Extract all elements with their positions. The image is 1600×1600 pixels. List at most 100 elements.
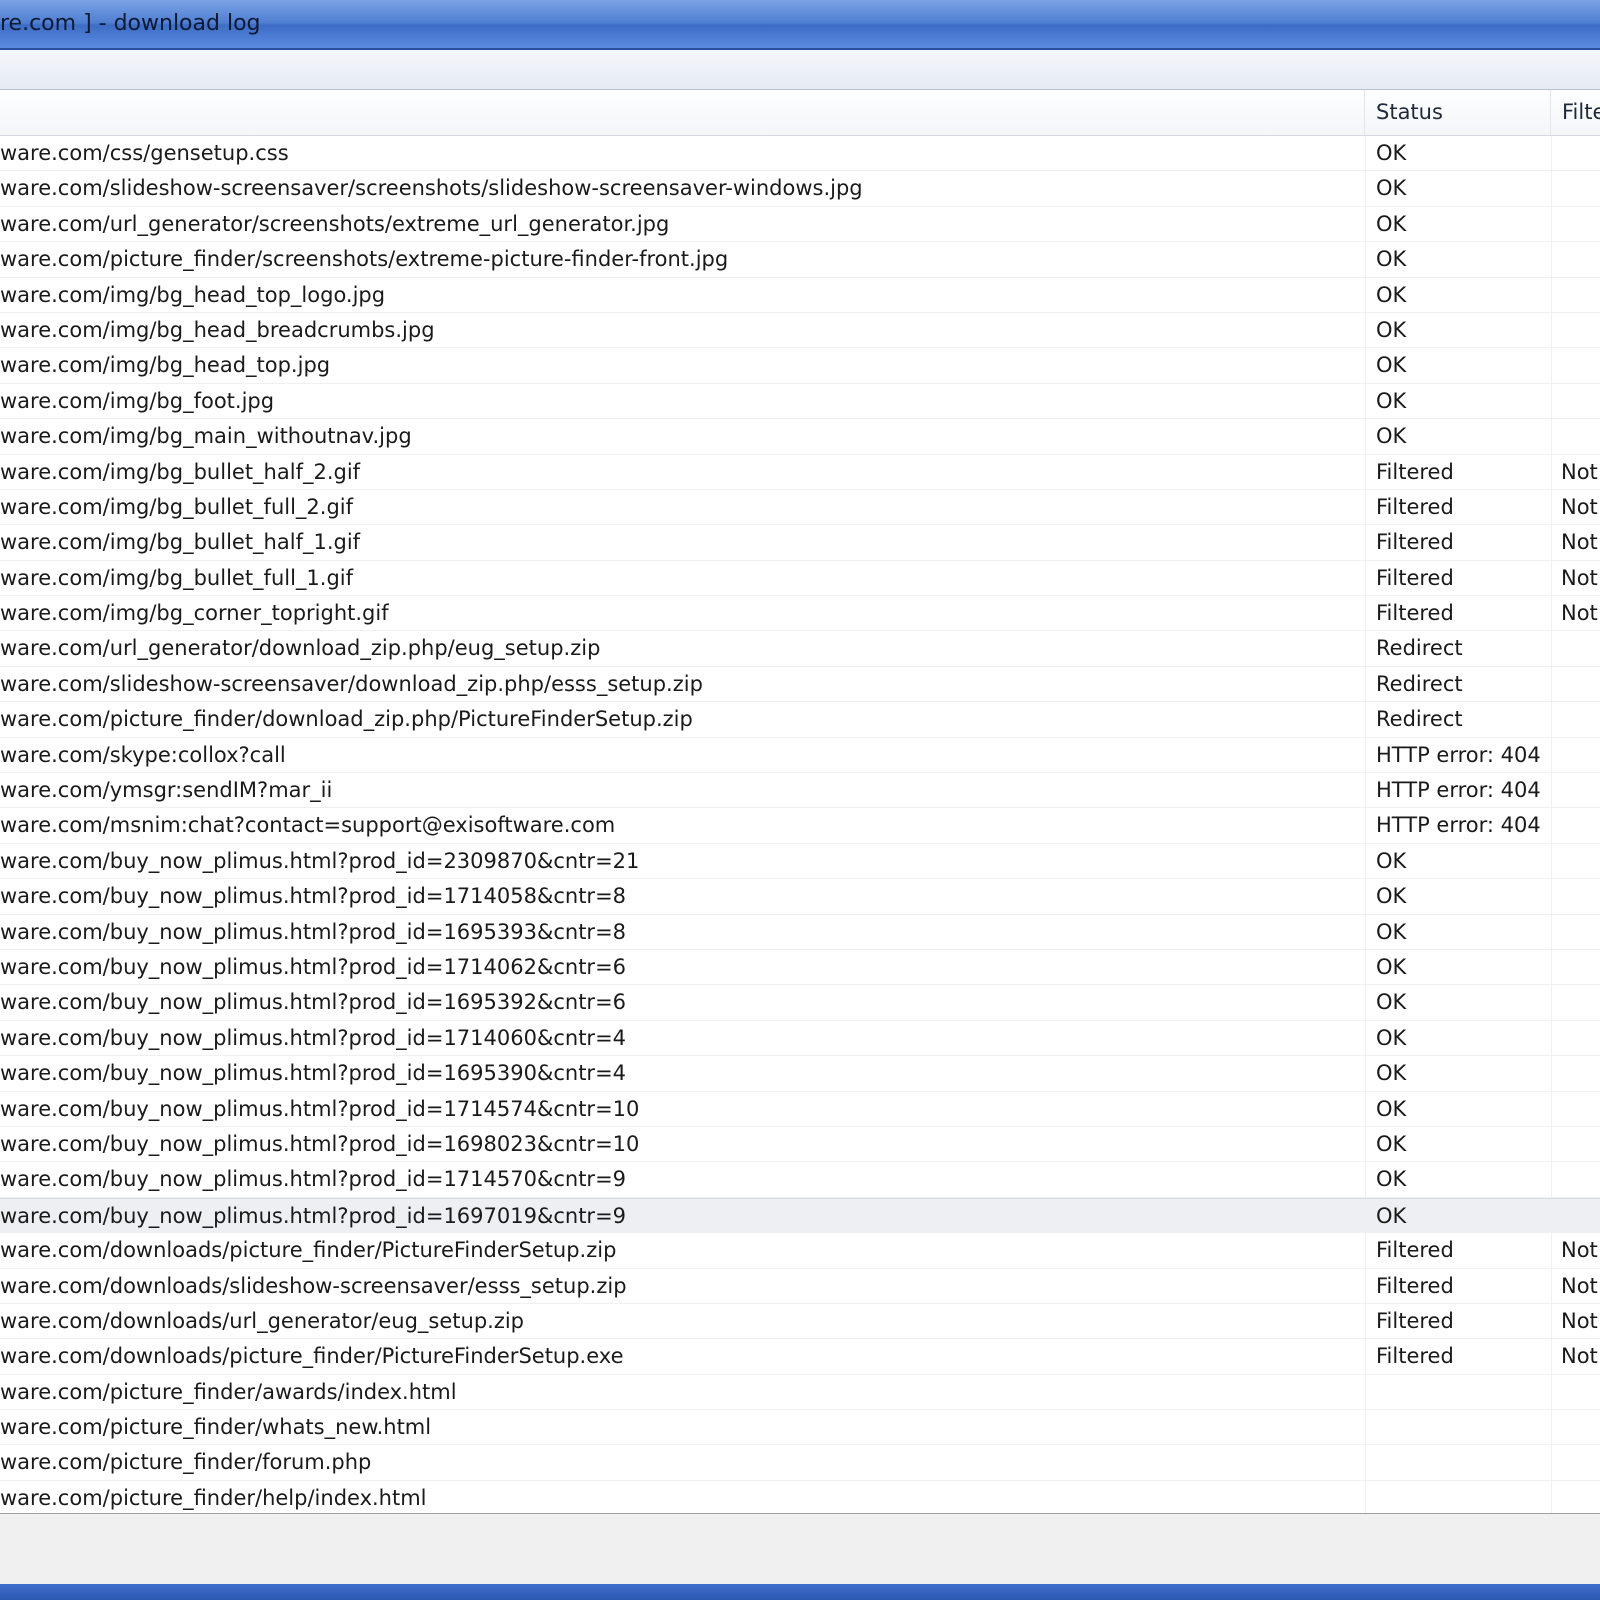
filter-cell — [1551, 312, 1600, 348]
url-cell: ware.com/buy_now_plimus.html?prod_id=169… — [0, 1061, 627, 1086]
table-row[interactable]: ware.com/picture_finder/help/index.html — [0, 1480, 1600, 1513]
table-row[interactable]: ware.com/img/bg_bullet_half_1.gif Filtere… — [0, 525, 1600, 561]
table-row[interactable]: ware.com/downloads/url_generator/eug_set… — [0, 1303, 1600, 1340]
table-row[interactable]: ware.com/downloads/slideshow-screensaver… — [0, 1268, 1600, 1304]
table-row[interactable]: ware.com/img/bg_head_breadcrumbs.jpg OK — [0, 312, 1600, 349]
table-row[interactable]: ware.com/picture_finder/screenshots/extr… — [0, 242, 1600, 278]
filter-cell — [1551, 136, 1600, 171]
filter-cell: Not — [1551, 1268, 1600, 1304]
table-row[interactable]: ware.com/buy_now_plimus.html?prod_id=169… — [0, 914, 1600, 950]
url-cell: ware.com/picture_finder/awards/index.htm… — [0, 1379, 457, 1404]
table-row[interactable]: ware.com/picture_finder/awards/index.htm… — [0, 1374, 1600, 1411]
table-row[interactable]: ware.com/buy_now_plimus.html?prod_id=171… — [0, 949, 1600, 986]
filter-cell — [1551, 419, 1600, 455]
table-row[interactable]: ware.com/img/bg_head_top.jpg OK — [0, 348, 1600, 384]
table-row[interactable]: ware.com/img/bg_main_withoutnav.jpg OK — [0, 419, 1600, 455]
url-cell: ware.com/buy_now_plimus.html?prod_id=169… — [0, 1131, 640, 1156]
status-cell: Filtered — [1365, 525, 1551, 561]
status-cell: HTTP error: 404 — [1365, 808, 1551, 844]
filter-cell — [1551, 773, 1600, 809]
status-cell — [1365, 1445, 1551, 1481]
column-header-url[interactable] — [0, 90, 1365, 135]
status-cell: OK — [1365, 914, 1551, 950]
table-row[interactable]: ware.com/ymsgr:sendIM?mar_ii HTTP error: … — [0, 773, 1600, 809]
filter-cell — [1551, 1198, 1600, 1234]
table-row[interactable]: ware.com/picture_finder/download_zip.php… — [0, 702, 1600, 738]
status-cell: OK — [1365, 136, 1551, 171]
table-row[interactable]: ware.com/css/gensetup.css OK — [0, 136, 1600, 172]
url-cell: ware.com/picture_finder/screenshots/extr… — [0, 247, 729, 272]
table-row[interactable]: ware.com/img/bg_head_top_logo.jpg OK — [0, 277, 1600, 313]
column-header-status[interactable]: Status — [1365, 90, 1551, 135]
table-row[interactable]: ware.com/msnim:chat?contact=support@exis… — [0, 808, 1600, 844]
table-row[interactable]: ware.com/buy_now_plimus.html?prod_id=169… — [0, 1126, 1600, 1163]
url-cell: ware.com/img/bg_corner_topright.gif — [0, 601, 389, 626]
list-rows: ware.com/css/gensetup.css OK ware.com/slid… — [0, 136, 1600, 1513]
table-row[interactable]: ware.com/buy_now_plimus.html?prod_id=171… — [0, 879, 1600, 915]
table-row[interactable]: ware.com/downloads/picture_finder/Pictur… — [0, 1339, 1600, 1375]
filter-cell: Not — [1551, 560, 1600, 596]
filter-cell: Not — [1551, 1233, 1600, 1269]
table-row[interactable]: ware.com/slideshow-screensaver/download_… — [0, 666, 1600, 703]
status-cell: OK — [1365, 1126, 1551, 1162]
url-cell: ware.com/img/bg_head_top_logo.jpg — [0, 282, 386, 307]
url-cell: ware.com/downloads/url_generator/eug_set… — [0, 1308, 525, 1333]
status-cell: OK — [1365, 843, 1551, 879]
status-cell — [1365, 1410, 1551, 1446]
status-cell: Filtered — [1365, 560, 1551, 596]
status-cell: Filtered — [1365, 1303, 1551, 1339]
toolbar — [0, 50, 1600, 90]
filter-cell — [1551, 1162, 1600, 1198]
table-row[interactable]: ware.com/img/bg_bullet_full_1.gif Filtere… — [0, 560, 1600, 597]
url-cell: ware.com/downloads/picture_finder/Pictur… — [0, 1344, 624, 1369]
url-cell: ware.com/downloads/slideshow-screensaver… — [0, 1273, 627, 1298]
status-cell: HTTP error: 404 — [1365, 737, 1551, 773]
url-cell: ware.com/img/bg_head_breadcrumbs.jpg — [0, 317, 435, 342]
table-row[interactable]: ware.com/buy_now_plimus.html?prod_id=171… — [0, 1020, 1600, 1057]
table-row[interactable]: ware.com/buy_now_plimus.html?prod_id=169… — [0, 1197, 1600, 1234]
table-row[interactable]: ware.com/buy_now_plimus.html?prod_id=230… — [0, 843, 1600, 880]
column-header-filter[interactable]: Filte — [1551, 90, 1600, 135]
status-cell: OK — [1365, 242, 1551, 278]
title-bar[interactable]: re.com ] - download log — [0, 0, 1600, 50]
url-cell: ware.com/picture_finder/whats_new.html — [0, 1415, 432, 1440]
url-cell: ware.com/img/bg_head_top.jpg — [0, 353, 331, 378]
status-cell: OK — [1365, 1198, 1551, 1234]
table-row[interactable]: ware.com/url_generator/screenshots/extre… — [0, 206, 1600, 243]
table-row[interactable]: ware.com/img/bg_bullet_full_2.gif Filtere… — [0, 489, 1600, 526]
url-cell: ware.com/url_generator/screenshots/extre… — [0, 211, 670, 236]
status-cell: Redirect — [1365, 666, 1551, 702]
table-row[interactable]: ware.com/buy_now_plimus.html?prod_id=171… — [0, 1091, 1600, 1127]
url-cell: ware.com/downloads/picture_finder/Pictur… — [0, 1238, 617, 1263]
url-cell: ware.com/buy_now_plimus.html?prod_id=169… — [0, 990, 627, 1015]
table-row[interactable]: ware.com/url_generator/download_zip.php/… — [0, 631, 1600, 667]
filter-cell — [1551, 1020, 1600, 1056]
table-row[interactable]: ware.com/img/bg_bullet_half_2.gif Filtere… — [0, 454, 1600, 490]
status-cell: OK — [1365, 1020, 1551, 1056]
status-cell: OK — [1365, 1162, 1551, 1198]
url-cell: ware.com/buy_now_plimus.html?prod_id=171… — [0, 954, 627, 979]
status-cell: Filtered — [1365, 489, 1551, 525]
table-row[interactable]: ware.com/buy_now_plimus.html?prod_id=171… — [0, 1162, 1600, 1198]
table-row[interactable]: ware.com/img/bg_corner_topright.gif Filte… — [0, 596, 1600, 632]
filter-cell — [1551, 808, 1600, 844]
status-cell: OK — [1365, 1091, 1551, 1127]
table-row[interactable]: ware.com/picture_finder/forum.php — [0, 1445, 1600, 1481]
status-cell: OK — [1365, 949, 1551, 985]
table-row[interactable]: ware.com/buy_now_plimus.html?prod_id=169… — [0, 1056, 1600, 1092]
table-row[interactable]: ware.com/img/bg_foot.jpg OK — [0, 383, 1600, 420]
filter-cell — [1551, 206, 1600, 242]
url-cell: ware.com/css/gensetup.css — [0, 141, 289, 165]
status-cell: Filtered — [1365, 1339, 1551, 1375]
table-row[interactable]: ware.com/slideshow-screensaver/screensho… — [0, 171, 1600, 207]
list-header: Status Filte — [0, 90, 1600, 136]
table-row[interactable]: ware.com/downloads/picture_finder/Pictur… — [0, 1233, 1600, 1269]
table-row[interactable]: ware.com/buy_now_plimus.html?prod_id=169… — [0, 985, 1600, 1021]
download-log-list[interactable]: Status Filte ware.com/css/gensetup.css OK… — [0, 90, 1600, 1514]
filter-cell — [1551, 1480, 1600, 1513]
url-cell: ware.com/buy_now_plimus.html?prod_id=230… — [0, 848, 640, 873]
table-row[interactable]: ware.com/skype:collox?call HTTP error: 40… — [0, 737, 1600, 774]
table-row[interactable]: ware.com/picture_finder/whats_new.html — [0, 1410, 1600, 1446]
status-cell: OK — [1365, 383, 1551, 419]
url-cell: ware.com/buy_now_plimus.html?prod_id=171… — [0, 884, 627, 909]
